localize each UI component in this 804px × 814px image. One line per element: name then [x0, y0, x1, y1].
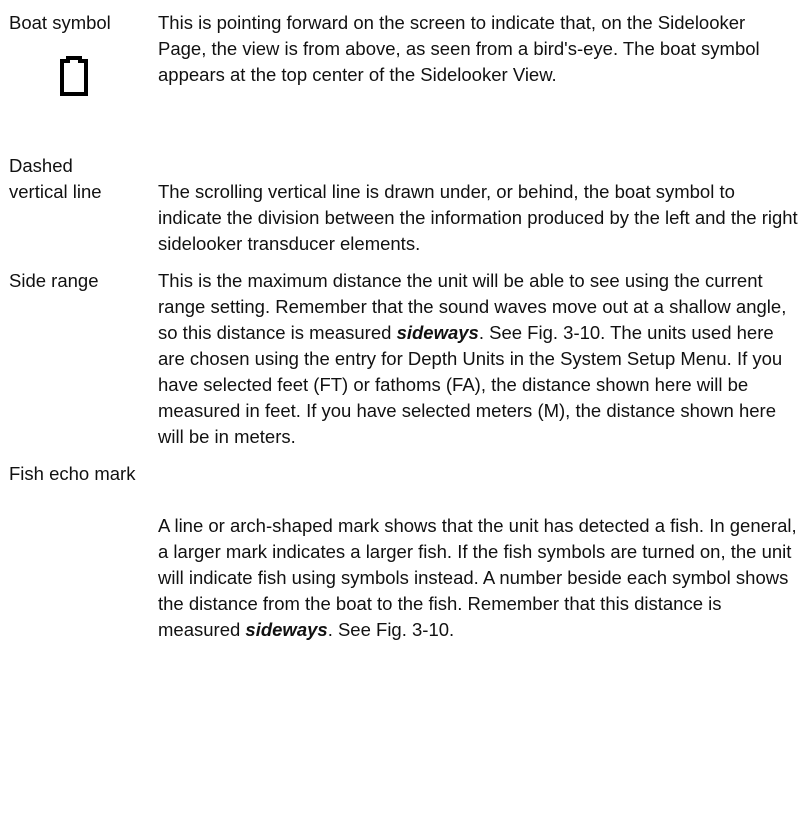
entry-dashed-vertical-line: Dashed vertical line The scrolling verti… — [9, 153, 799, 257]
description-fish-echo-mark: A line or arch-shaped mark shows that th… — [158, 513, 798, 643]
entry-side-range: Side range This is the maximum distance … — [9, 268, 799, 450]
term-dashed-line2: vertical line — [9, 181, 102, 202]
side-range-emphasis: sideways — [396, 322, 479, 343]
entry-fish-echo-mark: Fish echo mark A line or arch-shaped mar… — [9, 461, 799, 643]
description-boat-symbol: This is pointing forward on the screen t… — [158, 12, 760, 85]
term-side-range: Side range — [9, 270, 99, 291]
entry-boat-symbol: Boat symbol This is pointing forward on … — [9, 10, 799, 142]
term-dashed-line1: Dashed — [9, 155, 73, 176]
document-page: Boat symbol This is pointing forward on … — [9, 10, 799, 643]
description-dashed-vertical-line: The scrolling vertical line is drawn und… — [158, 181, 798, 254]
fish-echo-text-2: . See Fig. 3-10. — [327, 619, 455, 640]
boat-outline-icon — [59, 56, 89, 98]
fish-echo-emphasis: sideways — [245, 619, 328, 640]
description-side-range: This is the maximum distance the unit wi… — [158, 268, 798, 450]
term-boat-symbol: Boat symbol — [9, 12, 111, 33]
term-fish-echo-mark: Fish echo mark — [9, 463, 136, 484]
